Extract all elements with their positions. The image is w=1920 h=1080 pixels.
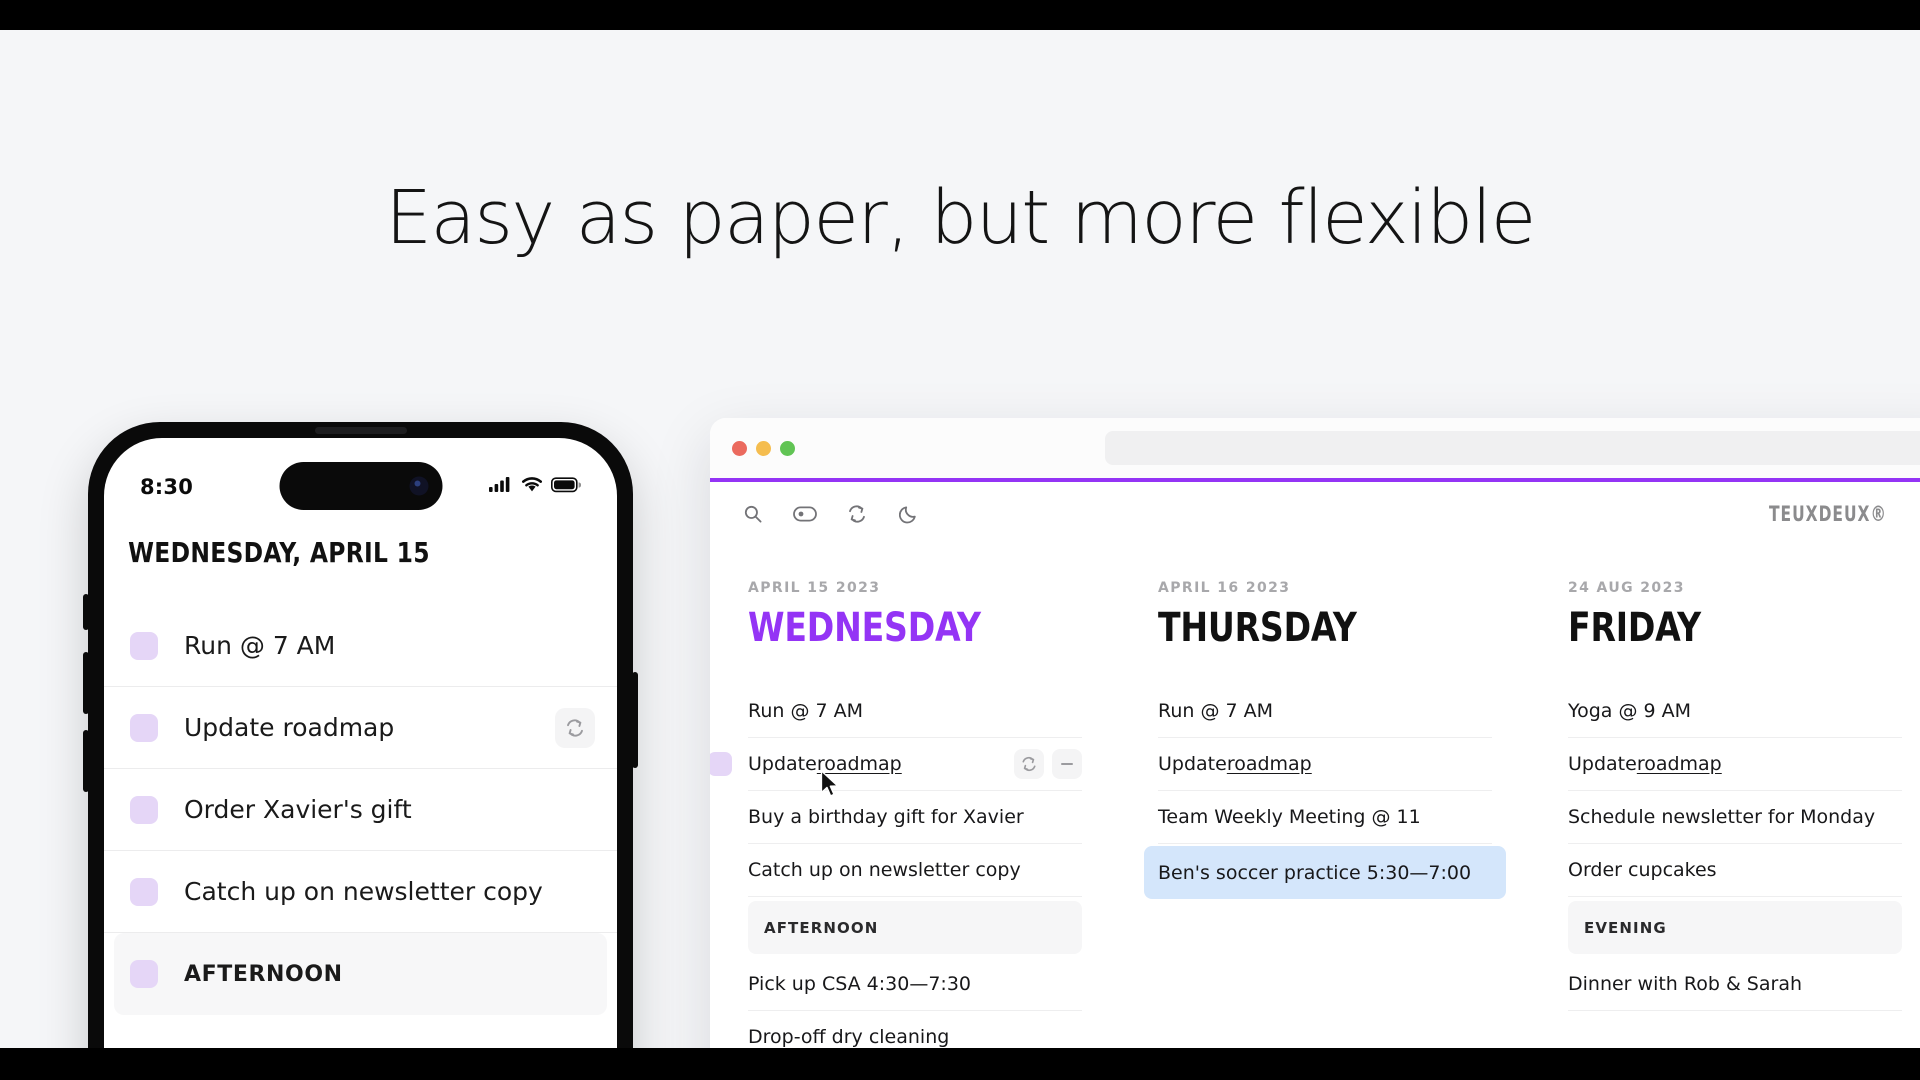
task-link[interactable]: roadmap	[817, 753, 902, 775]
checkbox[interactable]	[130, 631, 158, 660]
toolbar-icon-group	[738, 499, 924, 529]
column-date: APRIL 16 2023	[1158, 580, 1291, 596]
page-stage: Easy as paper, but more flexible 8:30 WE…	[0, 30, 1920, 1048]
task-label: Buy a birthday gift for Xavier	[748, 806, 1024, 828]
page-headline: Easy as paper, but more flexible	[385, 175, 1536, 261]
list-item[interactable]: Order Xavier's gift	[104, 769, 617, 851]
column-day-name: WEDNESDAY	[748, 605, 981, 651]
checkbox[interactable]	[130, 713, 158, 742]
task-label: Update	[1158, 753, 1227, 775]
task-label: Dinner with Rob & Sarah	[1568, 973, 1803, 995]
list-item-label: Order Xavier's gift	[184, 795, 412, 824]
task-row[interactable]: Yoga @ 9 AM	[1568, 685, 1902, 738]
task-row[interactable]: Order cupcakes	[1568, 844, 1902, 897]
phone-earpiece-speaker	[314, 427, 407, 434]
task-row[interactable]: Run @ 7 AM	[748, 685, 1082, 738]
task-link[interactable]: roadmap	[1227, 753, 1312, 775]
task-label: AFTERNOON	[764, 918, 879, 937]
column-date: APRIL 15 2023	[748, 580, 881, 596]
day-columns: APRIL 15 2023 WEDNESDAY Run @ 7 AM Updat…	[710, 546, 1920, 1048]
column-day-name: THURSDAY	[1158, 605, 1357, 651]
cellular-signal-icon	[489, 476, 513, 498]
phone-power-button	[632, 672, 638, 768]
search-icon[interactable]	[738, 499, 768, 529]
list-item[interactable]: Update roadmap	[104, 687, 617, 769]
task-label: Order cupcakes	[1568, 859, 1717, 881]
phone-volume-up-button	[83, 652, 89, 714]
task-label: Ben's soccer practice 5:30—7:00	[1158, 861, 1472, 884]
repeat-icon[interactable]	[1014, 749, 1044, 779]
list-item-label: Update roadmap	[184, 713, 395, 742]
list-item[interactable]: Run @ 7 AM	[104, 605, 617, 687]
minimize-button[interactable]	[756, 440, 771, 456]
window-controls	[732, 440, 795, 456]
day-column-thursday: APRIL 16 2023 THURSDAY Run @ 7 AM Update…	[1120, 580, 1530, 1048]
column-date: 24 AUG 2023	[1568, 580, 1685, 596]
task-row[interactable]: Dinner with Rob & Sarah	[1568, 958, 1902, 1011]
task-row[interactable]: Schedule newsletter for Monday	[1568, 791, 1902, 844]
task-row[interactable]: Update roadmap	[1568, 738, 1902, 791]
phone-task-list: WEDNESDAY, APRIL 15 Run @ 7 AM Update ro…	[104, 536, 617, 1048]
task-label: Run @ 7 AM	[748, 700, 864, 722]
day-column-friday: 24 AUG 2023 FRIDAY Yoga @ 9 AM Update ro…	[1530, 580, 1920, 1048]
battery-icon	[551, 476, 582, 498]
address-bar[interactable]	[1105, 431, 1920, 465]
task-row[interactable]: Run @ 7 AM	[1158, 685, 1492, 738]
checkbox[interactable]	[710, 752, 732, 776]
task-row-section-afternoon[interactable]: AFTERNOON	[748, 901, 1082, 954]
task-row[interactable]: Team Weekly Meeting @ 11	[1158, 791, 1492, 844]
task-row-section-evening[interactable]: EVENING	[1568, 901, 1902, 954]
row-action-group	[1014, 749, 1082, 779]
day-column-wednesday: APRIL 15 2023 WEDNESDAY Run @ 7 AM Updat…	[710, 580, 1120, 1048]
task-row-selected[interactable]: Ben's soccer practice 5:30—7:00	[1144, 846, 1506, 899]
moon-icon[interactable]	[894, 499, 924, 529]
task-label: Schedule newsletter for Monday	[1568, 806, 1876, 828]
phone-status-bar: 8:30	[104, 470, 617, 504]
maximize-button[interactable]	[780, 440, 795, 456]
repeat-icon[interactable]	[842, 499, 872, 529]
task-link[interactable]: roadmap	[1637, 753, 1722, 775]
task-label: Team Weekly Meeting @ 11	[1158, 806, 1421, 828]
checkbox[interactable]	[130, 960, 158, 988]
checkbox[interactable]	[130, 877, 158, 906]
task-row-hovered[interactable]: Update roadmap	[710, 738, 1082, 791]
phone-mockup: 8:30 WEDNESDAY, APRIL 15 Run @ 7 AM Upda…	[83, 422, 638, 1048]
column-day-name: FRIDAY	[1568, 605, 1701, 651]
toggle-switch-icon[interactable]	[790, 499, 820, 529]
browser-titlebar	[710, 418, 1920, 478]
task-label: EVENING	[1584, 918, 1667, 937]
wifi-icon	[521, 476, 543, 498]
phone-volume-down-button	[83, 730, 89, 792]
minus-icon[interactable]	[1052, 749, 1082, 779]
repeat-icon[interactable]	[555, 707, 595, 748]
phone-screen: 8:30 WEDNESDAY, APRIL 15 Run @ 7 AM Upda…	[104, 438, 617, 1048]
task-label: Catch up on newsletter copy	[748, 859, 1021, 881]
checkbox[interactable]	[130, 795, 158, 824]
status-time: 8:30	[140, 475, 194, 499]
task-row[interactable]: Catch up on newsletter copy	[748, 844, 1082, 897]
task-row[interactable]: Drop-off dry cleaning	[748, 1011, 1082, 1048]
task-label: Update	[1568, 753, 1637, 775]
task-row[interactable]: Update roadmap	[1158, 738, 1492, 791]
task-label: Run @ 7 AM	[1158, 700, 1274, 722]
task-row[interactable]: Buy a birthday gift for Xavier	[748, 791, 1082, 844]
phone-date-header: WEDNESDAY, APRIL 15	[128, 536, 430, 569]
task-label: Yoga @ 9 AM	[1568, 700, 1692, 722]
task-label: Update	[748, 753, 817, 775]
task-row[interactable]: Pick up CSA 4:30—7:30	[748, 958, 1082, 1011]
list-item-label: Run @ 7 AM	[184, 631, 336, 660]
list-item[interactable]: Catch up on newsletter copy	[104, 851, 617, 933]
list-item-label: Catch up on newsletter copy	[184, 877, 543, 906]
task-label: Pick up CSA 4:30—7:30	[748, 973, 971, 995]
list-item-section-afternoon[interactable]: AFTERNOON	[114, 933, 607, 1015]
phone-silent-switch	[83, 594, 89, 630]
list-item-label: AFTERNOON	[184, 961, 343, 987]
app-brand-logo: TEUXDEUX®	[1769, 502, 1888, 526]
task-label: Drop-off dry cleaning	[748, 1026, 950, 1048]
status-icon-group	[489, 476, 582, 498]
browser-window: TEUXDEUX® APRIL 15 2023 WEDNESDAY Run @ …	[710, 418, 1920, 1048]
close-button[interactable]	[732, 440, 747, 456]
app-toolbar: TEUXDEUX®	[710, 482, 1920, 546]
